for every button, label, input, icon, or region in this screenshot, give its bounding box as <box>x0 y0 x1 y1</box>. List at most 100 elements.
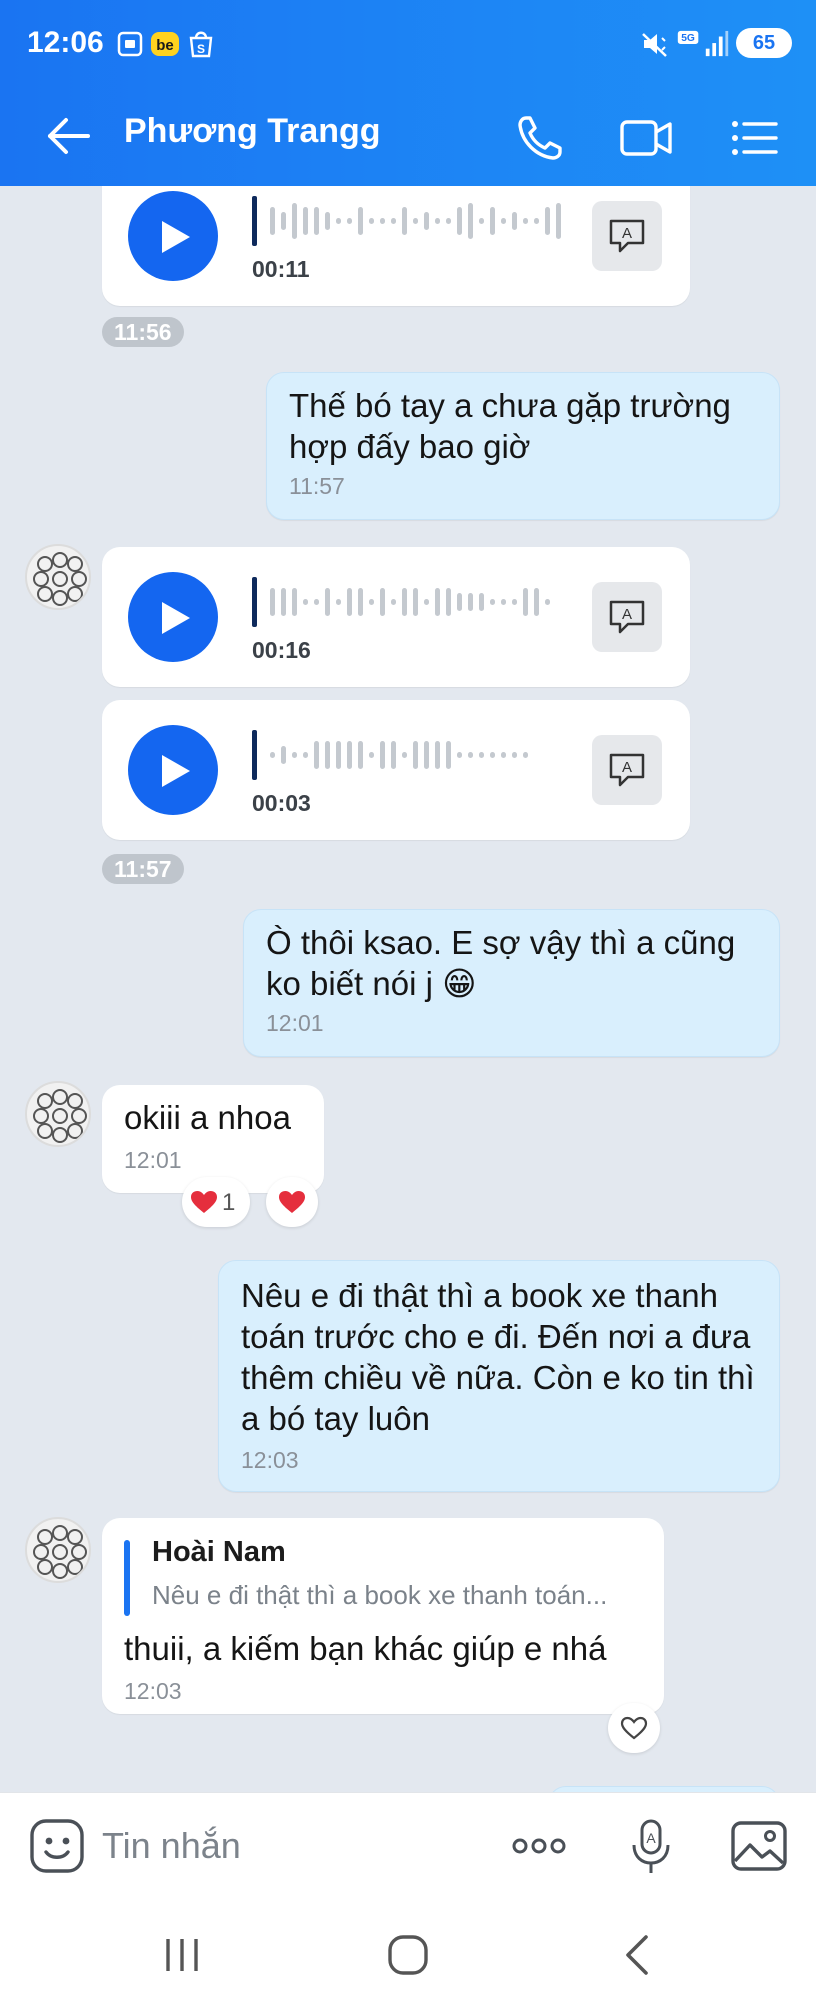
heart-icon <box>279 1191 305 1213</box>
contact-name[interactable]: Phương Trangg <box>124 112 381 151</box>
app-bar: Phương Trangg <box>0 92 816 186</box>
transcribe-button[interactable]: A <box>592 582 662 652</box>
waveform-bar <box>468 203 473 239</box>
back-arrow-icon[interactable] <box>42 110 94 162</box>
video-call-icon[interactable] <box>618 110 674 166</box>
waveform-bar <box>303 752 308 758</box>
avatar-pattern-icon <box>33 552 87 606</box>
voice-duration: 00:03 <box>252 790 311 816</box>
recent-apps-icon[interactable] <box>154 1927 210 1983</box>
react-button[interactable] <box>266 1177 318 1227</box>
waveform-bar <box>303 207 308 235</box>
waveform-bar <box>336 218 341 224</box>
waveform-bar <box>446 741 451 769</box>
play-button[interactable] <box>128 572 218 662</box>
outgoing-message[interactable]: Nêu e đi thật thì a book xe thanh toán t… <box>218 1260 780 1492</box>
waveform-bar <box>534 588 539 616</box>
waveform-bar <box>446 588 451 616</box>
message-time: 12:03 <box>124 1678 182 1704</box>
waveform-bar <box>347 741 352 769</box>
waveform-bar <box>358 207 363 235</box>
waveform-bar <box>358 588 363 616</box>
waveform-bar <box>325 588 330 616</box>
waveform-bar <box>435 741 440 769</box>
waveform-bar <box>501 752 506 758</box>
status-bar: 12:06 be S 5G 65 <box>0 0 816 92</box>
heart-outline-icon <box>620 1716 648 1740</box>
message-text: Ò thôi ksao. E sợ vậy thì a cũng ko biết… <box>266 924 736 1002</box>
phone-icon[interactable] <box>512 110 568 166</box>
svg-text:5G: 5G <box>681 33 695 44</box>
heart-icon <box>191 1191 217 1213</box>
svg-text:A: A <box>622 606 632 623</box>
transcribe-button[interactable]: A <box>592 735 662 805</box>
message-time: 12:01 <box>124 1147 182 1173</box>
status-time: 12:06 <box>27 26 104 59</box>
waveform-bar <box>424 212 429 230</box>
avatar[interactable] <box>25 1081 91 1147</box>
back-icon[interactable] <box>610 1927 666 1983</box>
screenshot-icon <box>117 31 143 57</box>
waveform-bar <box>523 218 528 224</box>
playback-cursor[interactable] <box>252 196 257 246</box>
more-options-icon[interactable] <box>508 1815 570 1877</box>
home-icon[interactable] <box>380 1927 436 1983</box>
reaction-summary[interactable]: 1 <box>182 1177 250 1227</box>
waveform-bar <box>347 588 352 616</box>
speech-to-text-icon: A <box>609 600 645 634</box>
waveform-bar <box>457 752 462 758</box>
waveform-bar <box>468 752 473 758</box>
voice-message: 00:11 A <box>102 186 690 306</box>
waveform-bar <box>391 741 396 769</box>
play-icon <box>162 602 190 634</box>
be-app-icon: be <box>151 32 179 56</box>
shopee-icon: S <box>189 31 213 58</box>
message-input[interactable]: Tin nhắn <box>102 1825 241 1867</box>
voice-waveform <box>252 577 550 627</box>
speech-to-text-icon: A <box>609 219 645 253</box>
waveform-bar <box>270 588 275 616</box>
waveform-bar <box>380 588 385 616</box>
svg-text:be: be <box>156 37 174 54</box>
react-button[interactable] <box>608 1703 660 1753</box>
waveform-bar <box>534 218 539 224</box>
waveform-bar <box>457 593 462 611</box>
quote-author: Hoài Nam <box>152 1536 286 1568</box>
waveform-bar <box>479 218 484 224</box>
voice-to-text-mic-icon[interactable]: A <box>620 1815 682 1877</box>
message-time: 12:01 <box>266 1010 324 1036</box>
outgoing-message[interactable]: Ò thôi ksao. E sợ vậy thì a cũng ko biết… <box>243 909 780 1057</box>
outgoing-message[interactable]: Thế bó tay a chưa gặp trường hợp đấy bao… <box>266 372 780 520</box>
waveform-bar <box>413 741 418 769</box>
play-icon <box>162 755 190 787</box>
playback-cursor[interactable] <box>252 577 257 627</box>
avatar-pattern-icon <box>33 1525 87 1579</box>
incoming-reply-message[interactable]: Hoài Nam Nêu e đi thật thì a book xe tha… <box>102 1518 664 1714</box>
waveform-bar <box>292 752 297 758</box>
message-time: 11:57 <box>289 473 345 499</box>
image-gallery-icon[interactable] <box>728 1815 790 1877</box>
play-button[interactable] <box>128 191 218 281</box>
transcribe-button[interactable]: A <box>592 201 662 271</box>
sticker-icon[interactable] <box>26 1815 88 1877</box>
battery-level: 65 <box>736 28 792 58</box>
voice-waveform <box>252 730 528 780</box>
waveform-bar <box>292 588 297 616</box>
waveform-bar <box>512 212 517 230</box>
waveform-bar <box>435 588 440 616</box>
playback-cursor[interactable] <box>252 730 257 780</box>
top-header: 12:06 be S 5G 65 Phương Trangg <box>0 0 816 186</box>
waveform-bar <box>380 218 385 224</box>
chat-area[interactable]: 00:11 A 11:56 Thế bó tay a chưa gặp trườ… <box>0 186 816 1792</box>
waveform-bar <box>523 752 528 758</box>
waveform-bar <box>424 741 429 769</box>
play-button[interactable] <box>128 725 218 815</box>
waveform-bar <box>391 218 396 224</box>
message-text: thuii, a kiếm bạn khác giúp e nhá <box>124 1630 607 1667</box>
menu-list-icon[interactable] <box>726 110 782 166</box>
waveform-bar <box>314 599 319 605</box>
avatar[interactable] <box>25 1517 91 1583</box>
avatar[interactable] <box>25 544 91 610</box>
svg-text:S: S <box>197 42 205 56</box>
waveform-bar <box>446 218 451 224</box>
